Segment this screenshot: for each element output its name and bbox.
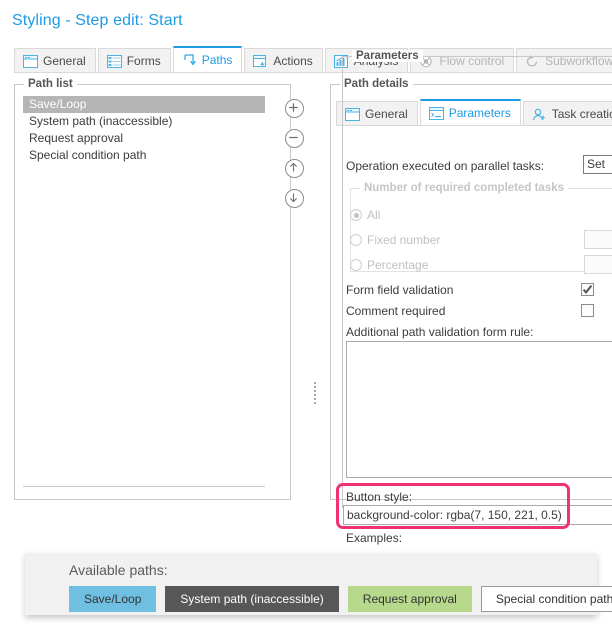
tab-paths[interactable]: Paths xyxy=(172,46,243,73)
percentage-input[interactable] xyxy=(584,255,612,274)
radio-fixed-number-label: Fixed number xyxy=(367,233,441,247)
available-paths-buttons: Save/Loop System path (inaccessible) Req… xyxy=(69,586,612,612)
tab-general-label: General xyxy=(43,54,86,68)
page-title: Styling - Step edit: Start xyxy=(12,12,183,29)
path-button-save-loop[interactable]: Save/Loop xyxy=(69,586,157,612)
operation-label: Operation executed on parallel tasks: xyxy=(346,159,545,173)
path-button-special-condition[interactable]: Special condition path xyxy=(480,586,612,612)
panel-splitter[interactable] xyxy=(313,86,318,500)
path-arrow-icon xyxy=(182,53,197,67)
list-item[interactable]: Special condition path xyxy=(23,147,265,164)
available-paths-panel: Available paths: Save/Loop System path (… xyxy=(25,553,612,615)
list-item-label: Request approval xyxy=(29,131,124,145)
tab-paths-label: Paths xyxy=(201,53,233,67)
splitter-grip[interactable] xyxy=(314,382,316,404)
tab-forms-label: Forms xyxy=(126,54,161,68)
available-paths-title: Available paths: xyxy=(69,562,168,578)
tab-forms[interactable]: Forms xyxy=(97,48,171,73)
fixed-number-input[interactable] xyxy=(584,230,612,249)
radio-percentage[interactable] xyxy=(350,259,362,271)
radio-all[interactable] xyxy=(350,209,362,221)
tab-actions[interactable]: Actions xyxy=(244,48,323,73)
path-listbox[interactable]: Save/Loop System path (inaccessible) Req… xyxy=(23,96,265,487)
path-button-request-approval[interactable]: Request approval xyxy=(347,586,472,612)
action-lightning-icon xyxy=(253,54,268,68)
list-item-label: System path (inaccessible) xyxy=(29,114,173,128)
examples-label: Examples: xyxy=(346,531,403,545)
list-item-label: Save/Loop xyxy=(29,97,87,111)
operation-select[interactable]: Set xyxy=(583,155,612,174)
button-style-label: Button style: xyxy=(346,490,413,504)
add-path-button[interactable] xyxy=(285,99,304,118)
list-item-label: Special condition path xyxy=(29,148,147,162)
comment-required-label: Comment required xyxy=(346,304,446,318)
tab-general[interactable]: General xyxy=(14,48,96,73)
form-list-icon xyxy=(106,54,122,68)
move-path-up-button[interactable] xyxy=(285,159,304,178)
path-list-group: Path list Save/Loop System path (inacces… xyxy=(14,78,304,500)
list-item[interactable]: Save/Loop xyxy=(23,96,265,113)
path-button-system-path[interactable]: System path (inaccessible) xyxy=(165,586,339,612)
parameters-group-title: Parameters xyxy=(352,50,423,62)
path-list-buttons xyxy=(285,99,304,219)
path-list-group-title: Path list xyxy=(24,78,77,90)
remove-path-button[interactable] xyxy=(285,129,304,148)
list-item[interactable]: Request approval xyxy=(23,130,265,147)
radio-percentage-label: Percentage xyxy=(367,258,429,272)
comment-required-checkbox[interactable] xyxy=(581,304,594,317)
move-path-down-button[interactable] xyxy=(285,189,304,208)
required-tasks-group-title: Number of required completed tasks xyxy=(360,182,569,194)
button-style-input[interactable]: background-color: rgba(7, 150, 221, 0.5) xyxy=(343,505,612,525)
radio-fixed-number[interactable] xyxy=(350,234,362,246)
form-field-validation-label: Form field validation xyxy=(346,283,454,297)
radio-all-label: All xyxy=(367,208,381,222)
validation-rule-textarea[interactable] xyxy=(346,341,612,478)
form-field-validation-checkbox[interactable] xyxy=(581,283,594,296)
validation-rule-label: Additional path validation form rule: xyxy=(346,325,534,339)
window-icon xyxy=(23,54,38,68)
list-item[interactable]: System path (inaccessible) xyxy=(23,113,265,130)
tab-actions-label: Actions xyxy=(273,54,313,68)
